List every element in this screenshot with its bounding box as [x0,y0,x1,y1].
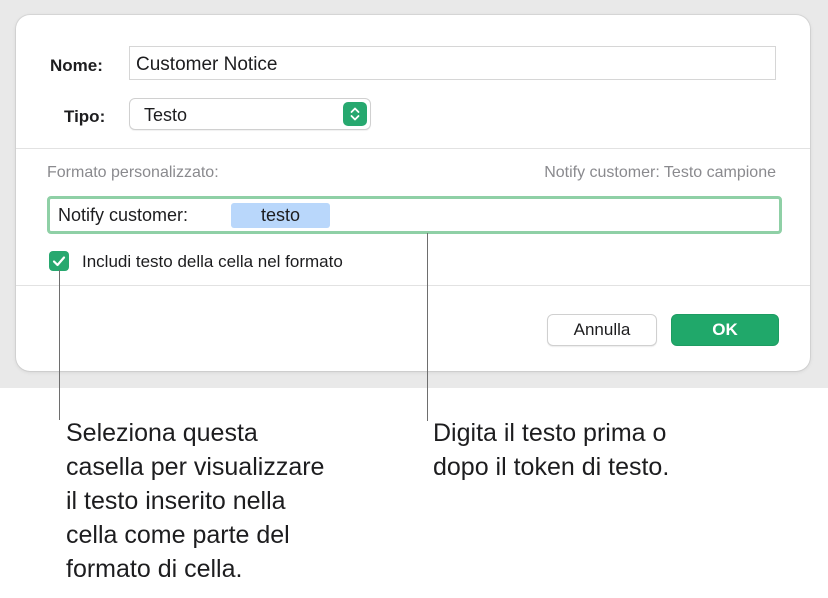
callout-line-checkbox [59,270,60,420]
callout-checkbox-line: cella come parte del [66,521,290,549]
divider-bottom [16,285,810,286]
include-cell-text-label[interactable]: Includi testo della cella nel formato [82,252,343,272]
callout-checkbox-line: formato di cella. [66,555,243,583]
format-prefix-text: Notify customer: [58,205,189,225]
callout-checkbox-line: Seleziona questa [66,419,258,447]
callout-line-token [427,233,428,421]
callout-checkbox-line: casella per visualizzare [66,453,325,481]
name-label: Nome: [50,56,103,75]
checkmark-icon [52,256,66,267]
callout-token-line: Digita il testo prima o [433,419,667,447]
custom-format-field[interactable]: Notify customer: testo [47,196,782,234]
custom-format-dialog: Nome: Customer Notice Tipo: Testo Format… [16,15,810,371]
text-token[interactable]: testo [231,203,330,228]
callout-token-line: dopo il token di testo. [433,453,670,481]
ok-button[interactable]: OK [671,314,779,346]
divider-top [16,148,810,149]
type-label: Tipo: [64,107,106,126]
sample-preview: Notify customer: Testo campione [544,164,776,181]
chevron-up-down-icon[interactable] [343,102,367,126]
callout-token-note: Digita il testo prima o dopo il token di… [433,416,669,484]
callout-checkbox-note: Seleziona questa casella per visualizzar… [66,416,324,586]
cancel-button[interactable]: Annulla [547,314,657,346]
callout-checkbox-line: il testo inserito nella [66,487,286,515]
name-input[interactable]: Customer Notice [129,46,776,80]
custom-format-label: Formato personalizzato: [47,164,219,181]
type-select-value: Testo [144,105,188,125]
type-select[interactable]: Testo [129,98,371,130]
include-cell-text-checkbox[interactable] [49,251,69,271]
